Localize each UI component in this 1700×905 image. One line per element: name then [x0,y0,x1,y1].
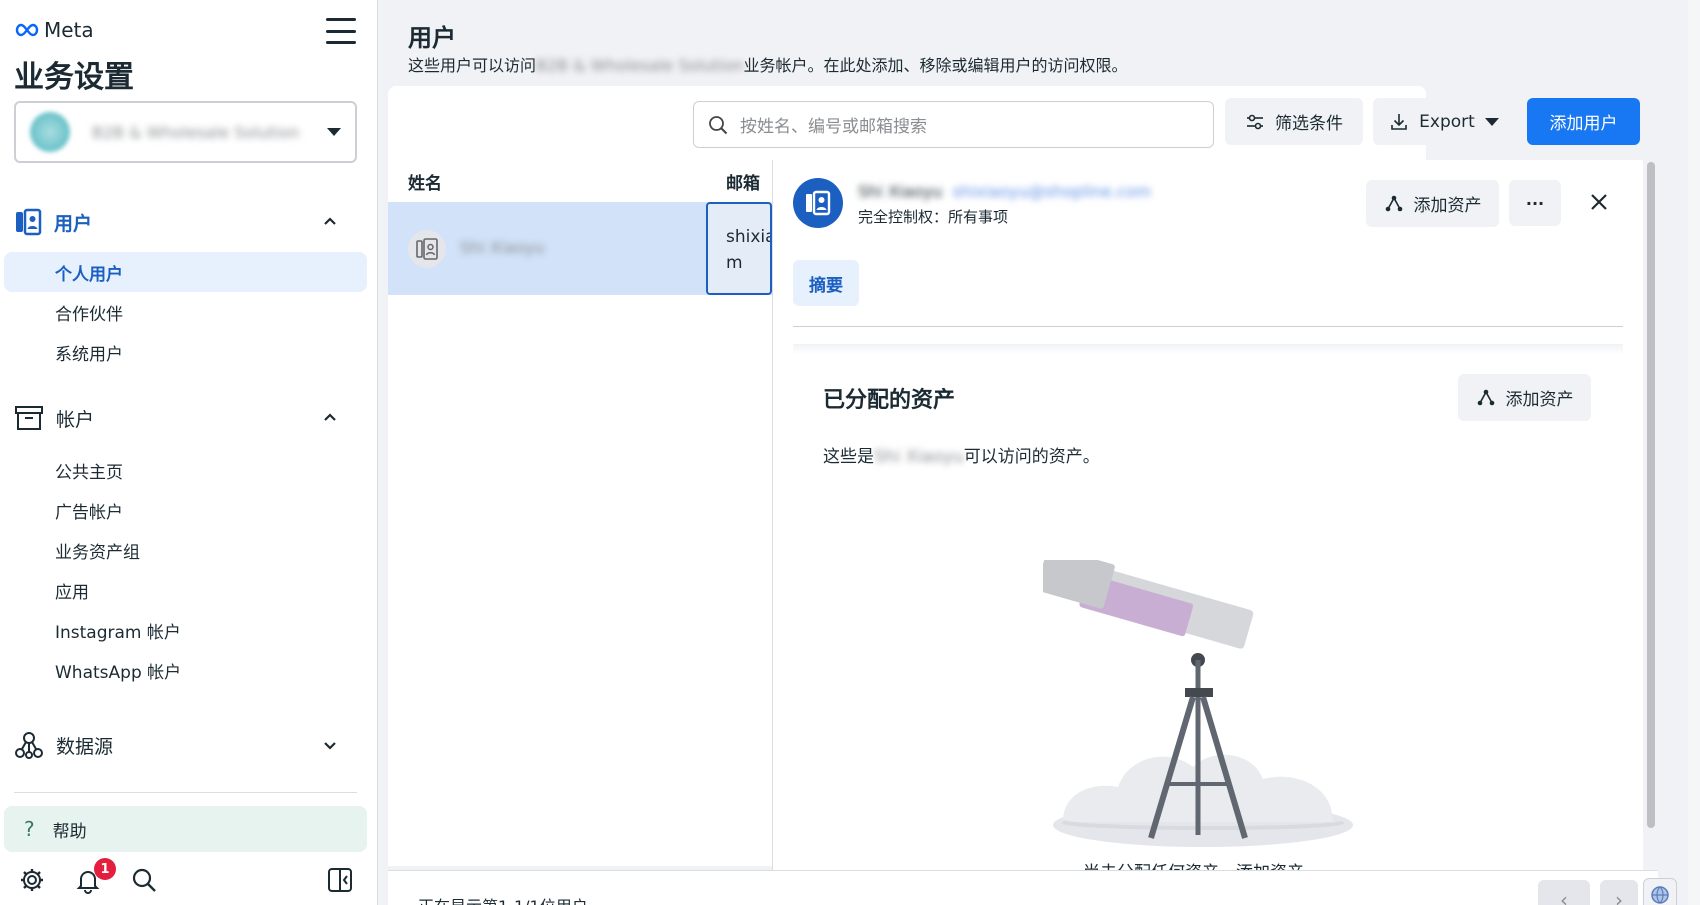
caret-down-icon [327,128,341,136]
chevron-up-icon[interactable] [322,410,338,426]
desc-text: 这些是 [823,447,874,467]
prev-page-button[interactable]: ‹ [1538,880,1590,905]
close-icon[interactable] [1585,188,1613,216]
add-asset-button[interactable]: 添加资产 [1366,180,1499,227]
sidebar-item-asset-groups[interactable]: 业务资产组 [4,530,367,570]
share-nodes-icon [1477,389,1494,405]
business-name: B2B & Wholesale Solution [92,122,300,142]
sidebar-item-whatsapp[interactable]: WhatsApp 帐户 [4,650,367,690]
meta-infinity-icon [15,23,39,37]
sidebar-item-partners[interactable]: 合作伙伴 [4,292,367,332]
sidebar-item-instagram[interactable]: Instagram 帐户 [4,610,367,650]
user-id-icon [806,190,831,216]
add-asset-button-secondary[interactable]: 添加资产 [1458,374,1591,421]
scrollbar-thumb[interactable] [1647,162,1655,828]
page-scrollbar[interactable] [1688,0,1700,905]
sidebar-item-ad-accounts[interactable]: 广告帐户 [4,490,367,530]
search-placeholder: 按姓名、编号或邮箱搜索 [740,117,927,137]
filter-button[interactable]: 筛选条件 [1225,98,1363,145]
user-id-icon [408,230,446,268]
panel-user-heading: Shi Xiaoyu shixiaoyu@shopline.com [858,182,1151,201]
panel-user-email[interactable]: shixiaoyu@shopline.com [952,182,1151,201]
nav-section-users[interactable]: 用户 [0,202,378,242]
pagination-status: 正在显示第1-1/1位用户 [418,893,588,905]
add-asset-label: 添加资产 [1413,196,1482,216]
sidebar: Meta 业务设置 B2B & Wholesale Solution 用户 个人… [0,0,378,905]
search-icon [709,115,728,134]
meta-logo[interactable]: Meta [14,18,94,42]
data-sources-icon [15,732,43,759]
menu-icon[interactable] [326,18,356,44]
archive-icon [15,406,43,430]
page-description: 这些用户可以访问B2B & Wholesale Solution业务帐户。在此处… [408,52,1128,76]
nav-section-label: 用户 [54,212,93,235]
page-section-title: 业务设置 [14,60,134,95]
nav-section-label: 数据源 [56,735,114,758]
filter-sliders-icon [1247,114,1263,129]
chevron-left-icon: ‹ [1560,888,1568,905]
telescope-illustration [1043,560,1353,847]
user-avatar [793,178,843,228]
sidebar-bottom-toolbar [0,862,378,898]
tab-summary[interactable]: 摘要 [793,260,859,306]
business-avatar [30,112,70,152]
chevron-down-icon[interactable] [322,737,338,753]
share-nodes-icon [1385,195,1402,211]
nav-section-accounts[interactable]: 帐户 [0,398,378,438]
user-name-cell: Shi Xiaoyu [460,238,545,257]
assigned-assets-title: 已分配的资产 [823,388,956,413]
chevron-up-icon[interactable] [322,214,338,230]
more-options-button[interactable]: ··· [1509,180,1561,226]
help-button[interactable]: ? 帮助 [4,806,367,852]
desc-text: 可以访问的资产。 [963,447,1100,467]
sidebar-item-pages[interactable]: 公共主页 [4,450,367,490]
meta-brand-text: Meta [44,18,94,42]
empty-state-text: 尚未分配任何资产。添加资产 [1083,858,1304,870]
panel-shadow [793,344,1623,354]
collapse-panel-icon[interactable] [326,866,354,894]
users-icon [16,208,42,236]
panel-access-level: 完全控制权：所有事项 [858,208,1009,226]
sidebar-item-people[interactable]: 个人用户 [4,252,367,292]
add-user-button[interactable]: 添加用户 [1527,98,1640,145]
panel-divider [793,326,1623,327]
desc-text: 业务帐户。在此处添加、移除或编辑用户的访问权限。 [743,56,1128,75]
help-label: 帮助 [52,821,87,842]
globe-icon[interactable] [1643,878,1677,905]
search-icon[interactable] [130,866,158,894]
sidebar-divider [14,792,357,793]
column-header-name[interactable]: 姓名 [408,169,442,194]
next-page-button[interactable]: › [1600,880,1638,905]
export-label: Export [1419,111,1475,132]
add-asset-label: 添加资产 [1505,390,1574,410]
panel-user-name: Shi Xiaoyu [858,182,943,201]
email-cell-text: shixia m [726,227,772,273]
nav-section-label: 帐户 [56,408,95,431]
desc-user-name: Shi Xiaoyu [874,447,964,467]
question-icon: ? [24,817,35,841]
page-title: 用户 [408,24,456,52]
table-header: 姓名 邮箱 [388,160,772,202]
column-header-email[interactable]: 邮箱 [726,169,760,194]
email-cell[interactable]: shixia m [706,202,772,295]
filter-label: 筛选条件 [1275,114,1343,134]
desc-text: 这些用户可以访问 [408,56,537,75]
user-detail-panel: Shi Xiaoyu shixiaoyu@shopline.com 完全控制权：所… [772,160,1643,870]
sidebar-item-system-users[interactable]: 系统用户 [4,332,367,372]
assigned-assets-description: 这些是Shi Xiaoyu可以访问的资产。 [823,442,1100,467]
export-button[interactable]: Export [1373,98,1515,145]
download-icon [1391,113,1407,130]
search-input[interactable]: 按姓名、编号或邮箱搜索 [693,101,1214,148]
gear-icon[interactable] [18,866,46,894]
chevron-right-icon: › [1615,888,1623,905]
sidebar-item-apps[interactable]: 应用 [4,570,367,610]
caret-down-icon [1484,117,1499,126]
business-selector[interactable]: B2B & Wholesale Solution [14,101,357,163]
panel-scrollbar[interactable] [1644,160,1658,830]
notification-badge: 1 [94,858,116,880]
table-footer: 正在显示第1-1/1位用户 [388,870,1658,905]
nav-section-data-sources[interactable]: 数据源 [0,725,378,765]
desc-business-name: B2B & Wholesale Solution [536,56,744,75]
